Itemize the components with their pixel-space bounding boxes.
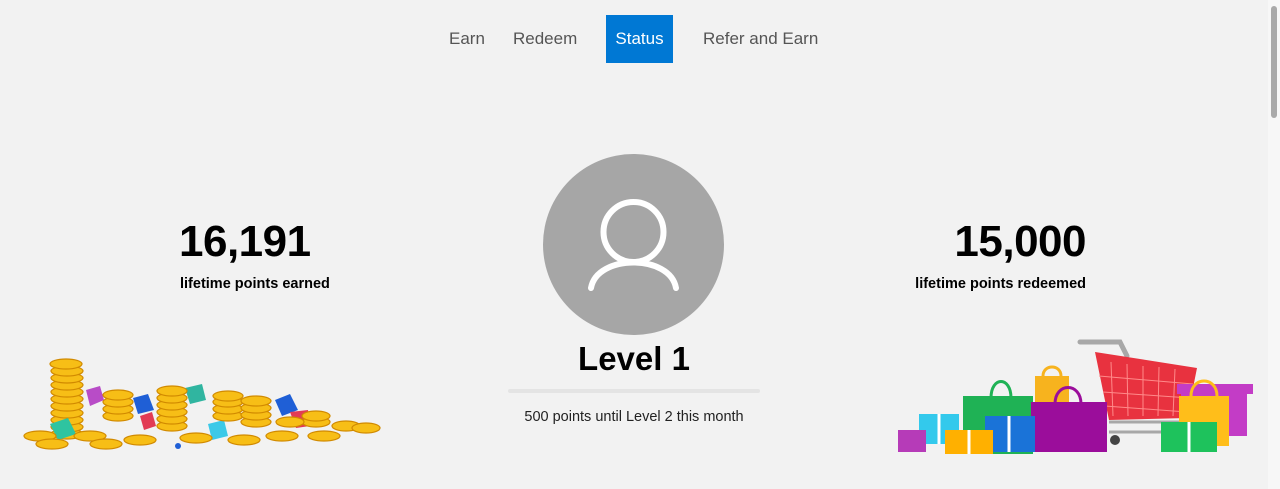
lifetime-points-earned-value: 16,191 xyxy=(179,217,311,266)
tab-refer-and-earn[interactable]: Refer and Earn xyxy=(703,15,818,63)
scrollbar[interactable] xyxy=(1268,0,1280,489)
scrollbar-thumb[interactable] xyxy=(1271,6,1277,118)
level-title: Level 1 xyxy=(578,340,690,377)
lifetime-points-earned-label: lifetime points earned xyxy=(180,276,330,292)
lifetime-points-redeemed-label: lifetime points redeemed xyxy=(915,276,1086,292)
level-progress-bar xyxy=(508,389,760,393)
coins-gems-illustration xyxy=(23,358,381,450)
lifetime-points-redeemed-value: 15,000 xyxy=(954,217,1086,266)
shopping-bags-cart-illustration xyxy=(898,339,1253,454)
level-progress-note: 500 points until Level 2 this month xyxy=(524,409,744,425)
nav-tabs: Earn Redeem Status Refer and Earn xyxy=(0,15,1268,63)
avatar xyxy=(543,154,724,335)
tab-redeem[interactable]: Redeem xyxy=(513,15,577,63)
user-avatar-icon xyxy=(588,199,679,291)
tab-status[interactable]: Status xyxy=(606,15,673,63)
tab-earn[interactable]: Earn xyxy=(449,15,485,63)
